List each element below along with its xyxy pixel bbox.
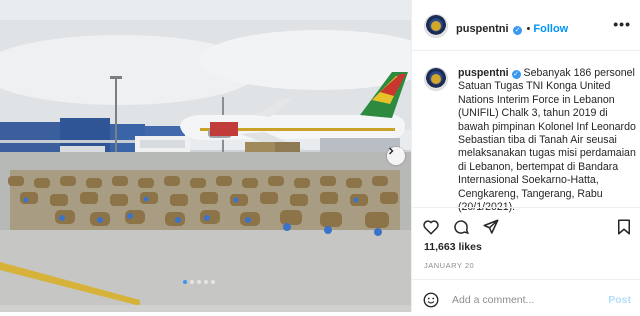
carousel-dot [183, 280, 187, 284]
carousel-dot [211, 280, 215, 284]
emoji-icon[interactable] [422, 291, 440, 309]
verified-icon: ✓ [511, 70, 521, 79]
instagram-post: puspentni ✓ • Follow ••• puspentni ✓ Seb… [0, 0, 640, 312]
caption-avatar[interactable] [424, 67, 448, 91]
comment-bar: Add a comment... Post [412, 279, 640, 316]
bookmark-icon[interactable] [615, 218, 633, 236]
comment-input[interactable]: Add a comment... [452, 294, 534, 306]
more-options-button[interactable]: ••• [613, 16, 631, 32]
username[interactable]: puspentni [456, 23, 509, 35]
carousel-dot [190, 280, 194, 284]
caption-username[interactable]: puspentni [458, 67, 509, 79]
post-photo[interactable] [0, 0, 411, 312]
carousel-indicator [183, 280, 215, 284]
airport-scene-image [0, 0, 411, 312]
post-comment-button[interactable]: Post [608, 294, 631, 306]
next-slide-button[interactable] [387, 147, 405, 165]
post-header: puspentni ✓ • Follow ••• [412, 0, 640, 51]
caption-text: Sebanyak 186 personel Satuan Tugas TNI K… [458, 67, 636, 214]
post-date[interactable]: JANUARY 20 [424, 261, 474, 270]
chevron-right-icon [389, 147, 394, 155]
post-side-panel: puspentni ✓ • Follow ••• puspentni ✓ Seb… [411, 0, 640, 312]
verified-icon: ✓ [513, 26, 523, 35]
share-icon[interactable] [482, 218, 500, 236]
likes-count[interactable]: 11,663 likes [424, 241, 482, 253]
avatar[interactable] [424, 14, 448, 38]
heart-icon[interactable] [422, 218, 440, 236]
post-actions: 11,663 likes JANUARY 20 Add a comment...… [412, 207, 640, 308]
carousel-dot [204, 280, 208, 284]
carousel-dot [197, 280, 201, 284]
follow-button[interactable]: Follow [533, 23, 568, 35]
post-caption: puspentni ✓ Sebanyak 186 personel Satuan… [458, 67, 636, 214]
comment-icon[interactable] [452, 218, 470, 236]
